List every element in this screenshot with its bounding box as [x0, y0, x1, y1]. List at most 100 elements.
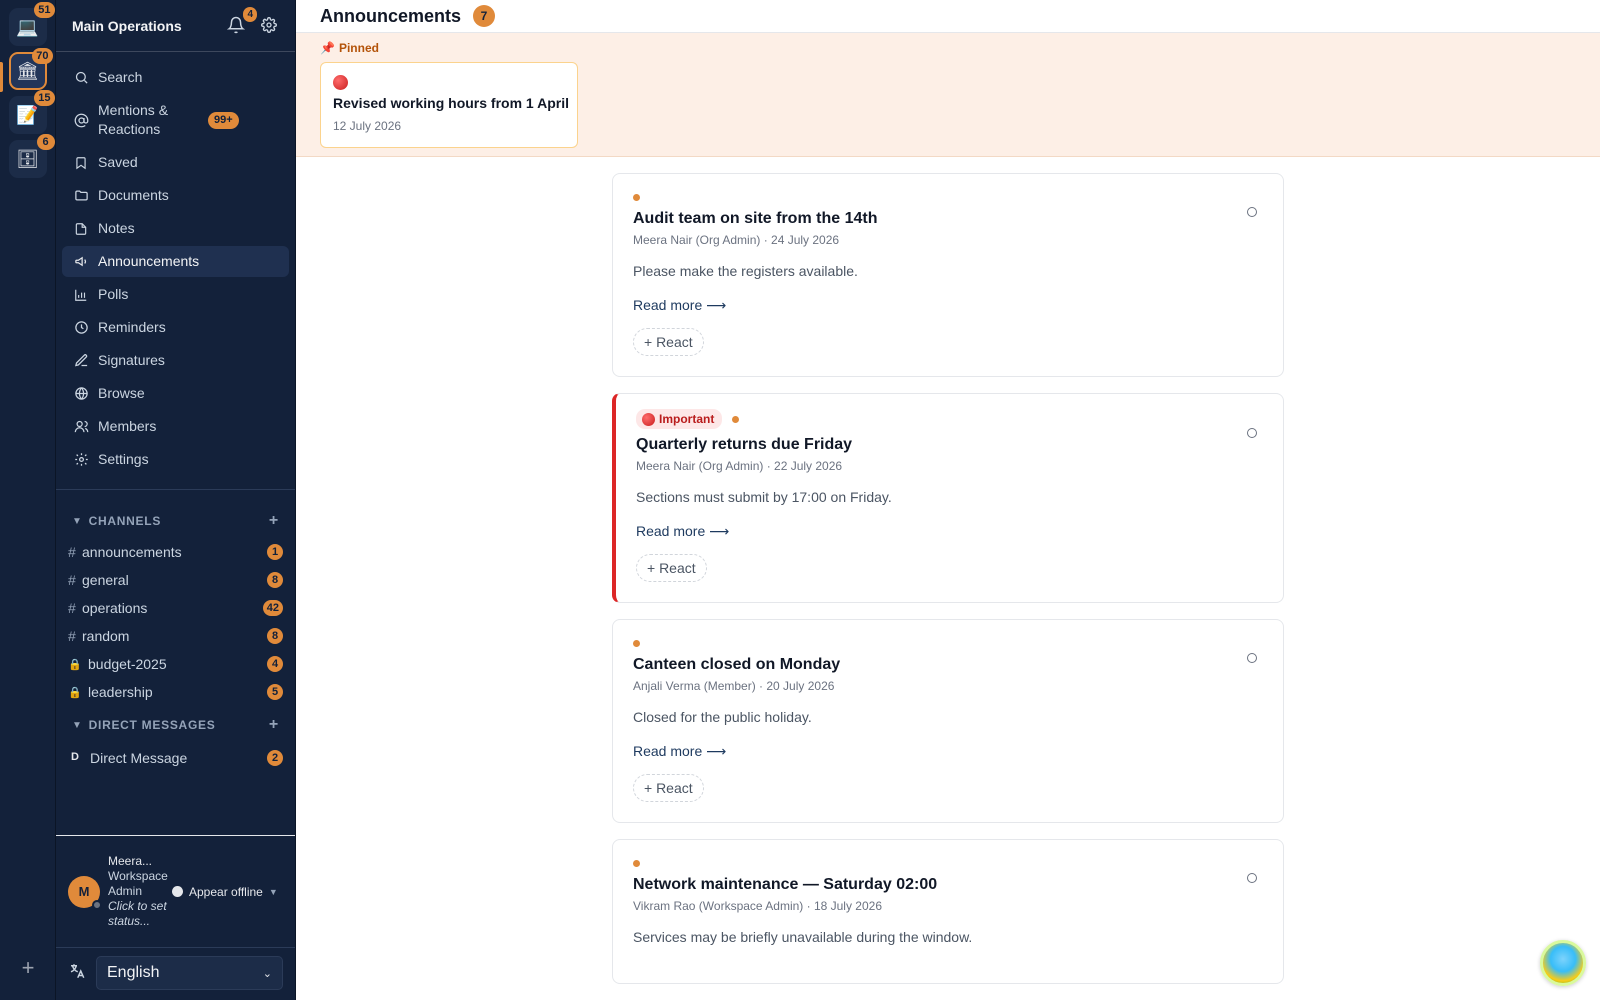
pinned-label-text: Pinned: [338, 41, 379, 55]
channel-item[interactable]: 🔒 budget-2025 4: [56, 650, 295, 678]
user-info[interactable]: Meera... Workspace Admin Click to set st…: [108, 854, 170, 929]
notepad-icon: 📝: [16, 104, 39, 125]
mark-read-radio[interactable]: [1247, 653, 1257, 663]
workspace-badge: 6: [36, 134, 55, 150]
workspace-title[interactable]: Main Operations: [72, 18, 227, 34]
channel-name: announcements: [82, 544, 182, 560]
nav-label: Documents: [98, 187, 169, 203]
presence-toggle[interactable]: Appear offline ▼: [172, 885, 278, 899]
nav-search[interactable]: Search: [62, 62, 289, 93]
mark-read-radio[interactable]: [1247, 873, 1257, 883]
workspace-bank[interactable]: 🏛 70: [8, 48, 53, 90]
add-workspace-button[interactable]: +: [14, 954, 42, 982]
main-content: Announcements 7 📌 Pinned Revised working…: [296, 0, 1600, 1000]
avatar[interactable]: M: [68, 875, 102, 910]
cabinet-icon: 🗄: [16, 148, 39, 169]
announcement-card-important[interactable]: Important Quarterly returns due Friday M…: [612, 393, 1284, 603]
channel-item[interactable]: 🔒 leadership 5: [56, 678, 295, 706]
notifications-button[interactable]: 4: [226, 6, 257, 36]
users-icon: [72, 418, 90, 436]
bank-icon: 🏛: [16, 60, 39, 81]
add-dm-button[interactable]: +: [269, 716, 279, 734]
channels-header[interactable]: ▼ CHANNELS +: [56, 510, 295, 532]
hash-icon: #: [68, 628, 76, 644]
react-button[interactable]: + React: [636, 554, 707, 582]
read-more-link[interactable]: Read more ⟶: [636, 523, 729, 540]
workspace-notepad[interactable]: 📝 15: [8, 90, 55, 134]
nav-mentions[interactable]: Mentions & Reactions 99+: [62, 95, 289, 145]
announcement-card[interactable]: Audit team on site from the 14th Meera N…: [612, 173, 1284, 377]
workspace-settings-button[interactable]: [261, 16, 279, 35]
sidebar-nav: Search Mentions & Reactions 99+ Saved Do…: [56, 52, 295, 483]
dm-heading: DIRECT MESSAGES: [88, 718, 216, 732]
nav-settings[interactable]: Settings: [62, 444, 289, 475]
announcement-card[interactable]: Canteen closed on Monday Anjali Verma (M…: [612, 619, 1284, 823]
hash-icon: #: [68, 544, 76, 560]
nav-members[interactable]: Members: [62, 411, 289, 442]
channel-item[interactable]: # random 8: [56, 622, 295, 650]
pinned-card[interactable]: Revised working hours from 1 April 12 Ju…: [320, 62, 578, 148]
announcement-count: 7: [473, 5, 496, 27]
channel-name: budget-2025: [88, 656, 167, 672]
react-button[interactable]: + React: [633, 774, 704, 802]
page-title: Announcements: [320, 5, 462, 26]
nav-announcements[interactable]: Announcements: [62, 246, 289, 277]
offline-dot-icon: [172, 886, 183, 897]
announcement-body: Services may be briefly unavailable duri…: [633, 929, 973, 945]
unread-count: 8: [267, 572, 283, 588]
workspace-badge: 70: [32, 48, 53, 64]
channel-item[interactable]: # announcements 1: [56, 538, 295, 566]
channel-item[interactable]: # general 8: [56, 566, 295, 594]
lock-icon: 🔒: [68, 686, 82, 699]
translate-icon: [68, 962, 88, 985]
megaphone-icon: [72, 253, 90, 271]
workspace-cabinet[interactable]: 🗄 6: [8, 134, 55, 178]
workspace-badge: 51: [34, 2, 55, 18]
channel-name: leadership: [88, 684, 153, 700]
language-select[interactable]: English ⌄: [96, 956, 283, 990]
channels-heading: CHANNELS: [88, 514, 162, 528]
channel-item[interactable]: # operations 42: [56, 594, 295, 622]
nav-saved[interactable]: Saved: [62, 147, 289, 178]
workspace-laptop[interactable]: 💻 51: [8, 2, 55, 46]
announcement-card[interactable]: Network maintenance — Saturday 02:00 Vik…: [612, 839, 1284, 984]
important-label: Important: [659, 412, 715, 426]
floating-assistant-avatar[interactable]: [1540, 940, 1586, 986]
dm-item[interactable]: D Direct Message 2: [56, 744, 295, 772]
announcement-title[interactable]: Quarterly returns due Friday: [636, 436, 1263, 454]
gear-icon: [261, 16, 277, 33]
react-button[interactable]: + React: [633, 328, 704, 356]
channel-list: # announcements 1 # general 8 # operatio…: [56, 538, 295, 706]
nav-notes[interactable]: Notes: [62, 213, 289, 244]
nav-reminders[interactable]: Reminders: [62, 312, 289, 343]
nav-signatures[interactable]: Signatures: [62, 345, 289, 376]
announcement-byline: Anjali Verma (Member) · 20 July 2026: [633, 679, 835, 693]
read-more-link[interactable]: Read more ⟶: [633, 297, 726, 314]
unread-count: 42: [262, 600, 283, 616]
pinned-date: 12 July 2026: [333, 119, 402, 133]
mark-read-radio[interactable]: [1247, 207, 1257, 217]
announcement-title[interactable]: Audit team on site from the 14th: [633, 210, 1263, 228]
announcement-title[interactable]: Canteen closed on Monday: [633, 656, 1263, 674]
language-bar: English ⌄: [56, 947, 295, 1000]
channel-name: operations: [82, 600, 148, 616]
nav-browse[interactable]: Browse: [62, 378, 289, 409]
hash-icon: #: [68, 600, 76, 616]
mark-read-radio[interactable]: [1247, 428, 1257, 438]
note-icon: [72, 220, 90, 238]
chevron-down-icon: ▼: [268, 886, 278, 897]
chart-icon: [72, 286, 90, 304]
workspace-rail: 💻 51 🏛 70 📝 15 🗄 6 +: [0, 0, 56, 1000]
dm-header[interactable]: ▼ DIRECT MESSAGES +: [56, 714, 295, 736]
unread-count: 4: [267, 656, 283, 672]
unread-dot-icon: [633, 859, 640, 867]
read-more-link[interactable]: Read more ⟶: [633, 743, 726, 760]
nav-polls[interactable]: Polls: [62, 279, 289, 310]
set-status-link[interactable]: Click to set status...: [108, 899, 170, 929]
nav-documents[interactable]: Documents: [62, 180, 289, 211]
add-channel-button[interactable]: +: [269, 512, 279, 530]
nav-label: Settings: [98, 451, 149, 467]
announcement-title[interactable]: Network maintenance — Saturday 02:00: [633, 876, 1263, 894]
lock-icon: 🔒: [68, 658, 82, 671]
announcement-byline: Vikram Rao (Workspace Admin) · 18 July 2…: [633, 899, 882, 913]
